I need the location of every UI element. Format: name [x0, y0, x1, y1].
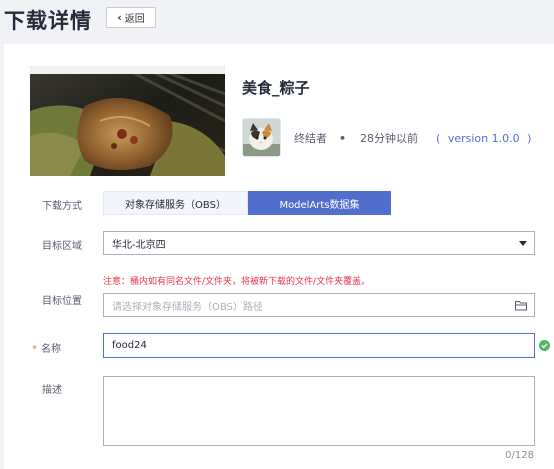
chevron-left-icon: ‹ [117, 11, 122, 24]
target-location-label: 目标位置 [42, 296, 82, 307]
back-button[interactable]: ‹ 返回 [106, 7, 156, 28]
target-region-select[interactable]: 华北-北京四 [103, 231, 535, 255]
location-warning: 注意：桶内如有同名文件/文件夹，将被新下载的文件/文件夹覆盖。 [103, 277, 371, 287]
method-option-obs[interactable]: 对象存储服务（OBS） [103, 191, 248, 215]
target-region-label: 目标区域 [42, 241, 82, 252]
back-button-label: 返回 [124, 14, 145, 25]
version-label: version 1.0.0 [447, 131, 520, 145]
obs-path-placeholder: 请选择对象存储服务（OBS）路径 [112, 301, 263, 313]
target-region-value: 华北-北京四 [112, 239, 166, 251]
method-option-modelarts[interactable]: ModelArts数据集 [248, 191, 391, 215]
updated-time: 28分钟以前 [360, 132, 419, 145]
name-input[interactable]: food24 [103, 333, 535, 358]
version-close: ) [527, 131, 532, 145]
folder-icon[interactable] [515, 300, 527, 311]
name-label: * 名称 [32, 340, 61, 355]
description-counter: 0/128 [505, 450, 534, 461]
dataset-thumbnail [30, 66, 225, 176]
obs-path-input[interactable]: 请选择对象存储服务（OBS）路径 [103, 293, 535, 317]
name-input-value: food24 [112, 340, 147, 351]
download-method-switch: 对象存储服务（OBS） ModelArts数据集 [103, 191, 391, 215]
page-title: 下载详情 [4, 9, 92, 33]
chevron-down-icon [519, 241, 527, 246]
required-mark: * [32, 344, 37, 355]
name-label-text: 名称 [41, 344, 61, 355]
description-textarea[interactable] [103, 376, 535, 446]
dataset-meta: 终结者 • 28分钟以前 ( version 1.0.0 ) [294, 130, 531, 146]
owner-name: 终结者 [294, 132, 327, 145]
dataset-title: 美食_粽子 [242, 79, 310, 97]
version-open: ( [436, 131, 441, 145]
download-detail-card: 美食_粽子 终结者 • 28分钟以前 ( version 1.0.0 ) 下载方… [4, 44, 554, 469]
download-method-label: 下载方式 [42, 201, 82, 212]
description-label: 描述 [42, 385, 62, 396]
avatar [242, 118, 281, 157]
meta-separator: • [339, 131, 347, 145]
check-circle-icon [539, 340, 550, 351]
